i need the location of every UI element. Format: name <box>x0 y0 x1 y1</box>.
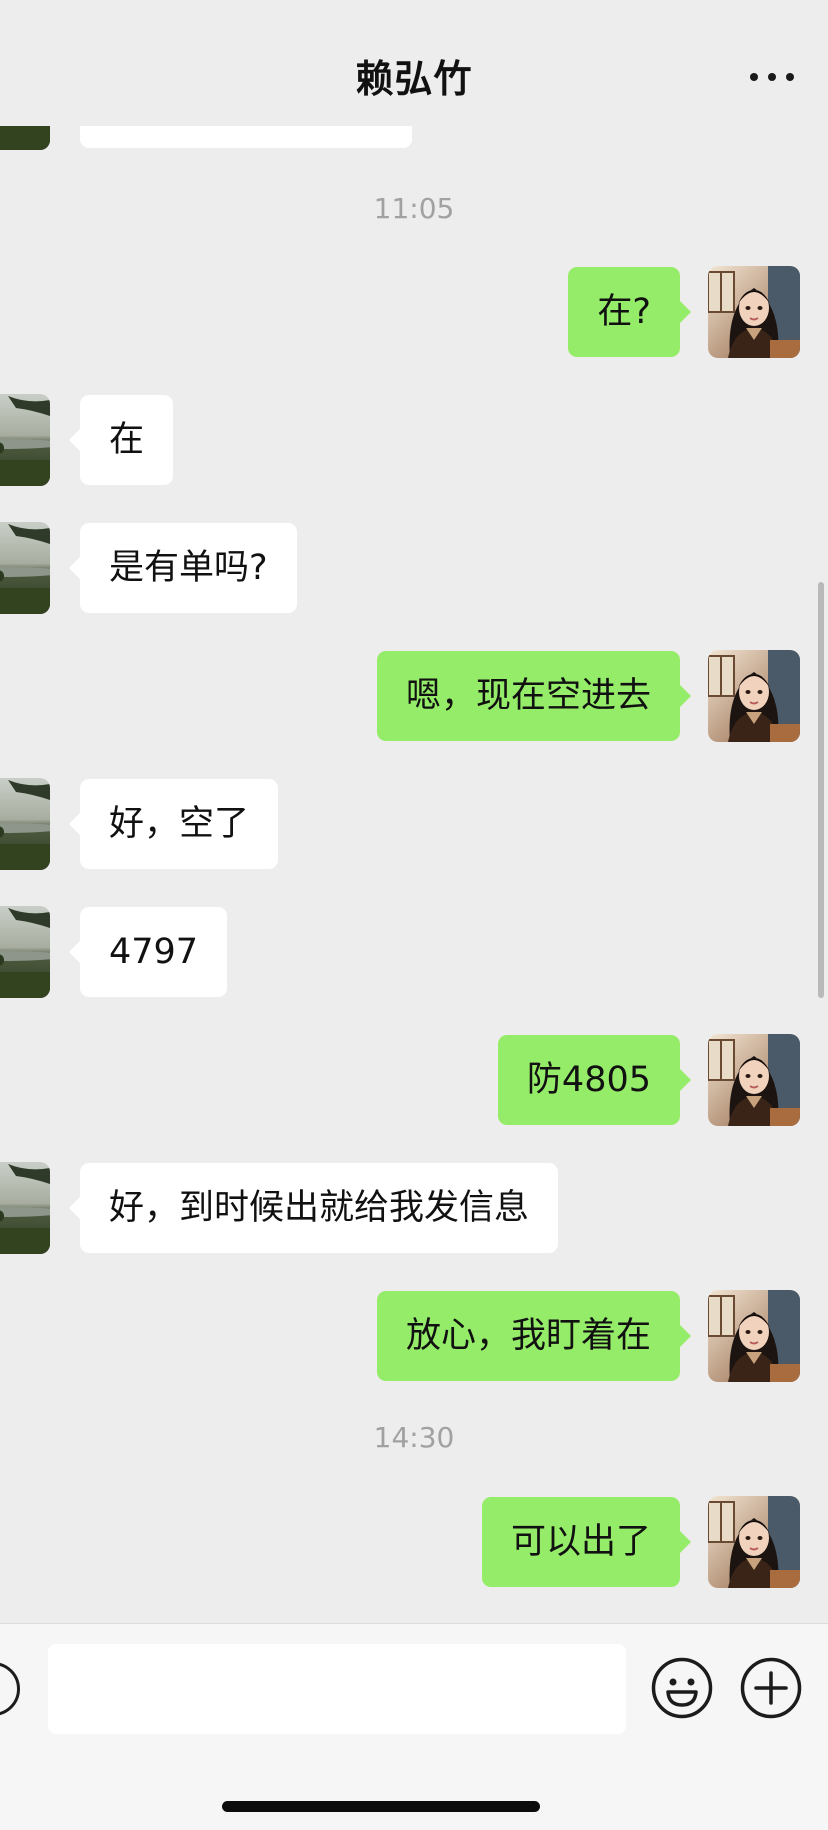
message-list[interactable]: 11:05 在? 在 是有单吗? 嗯，现在空进去 好，空了 4797 防4805… <box>0 0 828 1623</box>
my-avatar[interactable] <box>708 650 800 742</box>
voice-icon[interactable] <box>0 1662 20 1716</box>
emoji-icon[interactable] <box>651 1657 713 1719</box>
scrollbar[interactable] <box>818 582 824 998</box>
my-avatar[interactable] <box>708 1496 800 1588</box>
my-avatar[interactable] <box>708 1290 800 1382</box>
message-bubble-outgoing[interactable]: 在? <box>568 267 691 357</box>
plus-icon[interactable] <box>740 1657 802 1719</box>
timestamp: 11:05 <box>373 192 455 225</box>
message-bubble-incoming[interactable]: 是有单吗? <box>69 523 297 613</box>
chat-header: 赖弘竹 <box>0 0 828 126</box>
contact-avatar[interactable] <box>0 394 50 486</box>
contact-avatar[interactable] <box>0 906 50 998</box>
my-avatar[interactable] <box>708 266 800 358</box>
message-input[interactable] <box>48 1644 626 1734</box>
timestamp: 14:30 <box>373 1421 455 1454</box>
message-bubble-outgoing[interactable]: 防4805 <box>497 1035 692 1125</box>
message-bubble-incoming[interactable]: 好，空了 <box>68 779 279 869</box>
message-bubble-incoming[interactable]: 在 <box>68 395 174 485</box>
contact-avatar[interactable] <box>0 1162 50 1254</box>
message-bubble-incoming[interactable]: 4797 <box>68 907 228 997</box>
contact-avatar[interactable] <box>0 778 50 870</box>
message-bubble-outgoing[interactable]: 可以出了 <box>481 1497 692 1587</box>
my-avatar[interactable] <box>708 1034 800 1126</box>
input-toolbar <box>0 1623 828 1830</box>
message-bubble-outgoing[interactable]: 嗯，现在空进去 <box>376 651 692 741</box>
chat-title: 赖弘竹 <box>355 57 473 101</box>
contact-avatar[interactable] <box>0 522 50 614</box>
message-bubble-incoming[interactable]: 好，到时候出就给我发信息 <box>68 1163 559 1253</box>
more-dots-icon[interactable] <box>750 62 794 92</box>
home-indicator <box>222 1801 540 1812</box>
message-bubble-outgoing[interactable]: 放心，我盯着在 <box>376 1291 692 1381</box>
